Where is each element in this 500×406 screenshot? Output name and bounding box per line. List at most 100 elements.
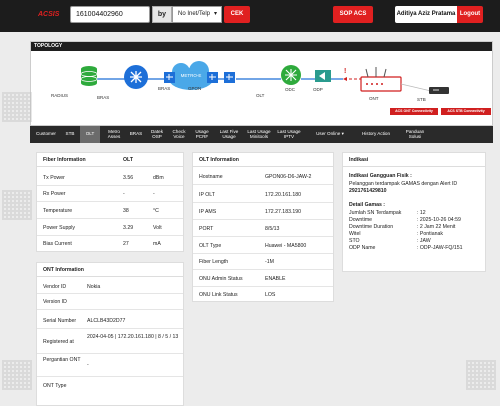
fiber-row-label: Tx Power [43,175,65,181]
watermark-pattern [2,92,32,122]
gamas-value: : 2025-10-26 04:59 [417,217,461,223]
ont-row-value: 2024-04-05 | 172.20.161.180 | 8 / 5 / 13 [87,334,179,340]
tab-bar: Customer STB OLT Metro Asses BRAS Datek … [30,126,493,143]
switch-icon [164,72,175,83]
ont-row-label: Vendor ID [43,284,67,290]
olt-row-value: 172.20.161.180 [265,192,302,198]
tab-usage-pcrf[interactable]: Usage PCRF [191,126,213,143]
metro-e-label: METRO-E [181,73,202,78]
sop-acs-button[interactable]: SOP ACS [333,6,373,23]
fiber-row-value: 27 [123,241,129,247]
olt-row-label: IP OLT [199,192,215,198]
fiber-row-label: Rx Power [43,191,66,197]
tab-datek-osp[interactable]: Datek OSP [147,126,167,143]
olt-row-label: ONU Admin Status [199,276,243,282]
tab-user-online[interactable]: User Online ▾ [313,126,347,143]
ont-row-label: Serial Number [43,318,77,324]
search-input[interactable]: 161004402960 [70,6,150,23]
chevron-down-icon: ▾ [213,11,217,17]
stb-label: STB [417,97,426,102]
fiber-row-unit: Volt [153,225,162,231]
tab-stb[interactable]: STB [61,126,79,143]
stb-connectivity-badge[interactable]: ACS STB Connectivity [441,108,491,115]
fiber-row-value: 3.56 [123,175,134,181]
ont-row-label: Pergantian ONT [43,357,81,363]
fiber-row-label: Temperature [43,208,73,214]
fiber-info-panel: Fiber Information OLT Tx Power 3.56 dBm … [36,152,184,252]
olt-icon [281,65,301,85]
gamas-label: Jumlah SN Terdampak [349,210,402,216]
gamas-label: ODP Name [349,245,376,251]
fiber-col-header: OLT [123,157,133,163]
gamas-label: Downtime Duration [349,224,394,230]
switch-icon [207,72,218,83]
olt-row-label: PORT [199,226,214,232]
tab-check-voice[interactable]: Check Voice [169,126,189,143]
fiber-row-label: Bias Current [43,241,72,247]
gamas-label: STO [349,238,360,244]
olt-row-label: Fiber Length [199,259,229,265]
olt-row-label: OLT Type [199,243,222,249]
tab-last-five-usage[interactable]: Last Five Usage [216,126,242,143]
olt-info-panel: OLT Information Hostname GPON06-D6-JAW-2… [192,152,334,302]
alert-icon: ! [343,68,347,81]
ont-row-label: ONT Type [43,383,67,389]
tab-history-action[interactable]: History Action [355,126,397,143]
tab-olt[interactable]: OLT [80,126,100,143]
tab-last-usage-minitools[interactable]: Last Usage Minitools [245,126,273,143]
fiber-row-value: 38 [123,208,129,214]
olt-row-value: Huawei - MA5800 [265,243,307,249]
gamas-title: Detail Gamas : [349,202,386,208]
by-label: by [152,6,172,23]
ont-router-icon [360,67,402,92]
check-button[interactable]: CEK [224,6,250,23]
gamas-label: Downtime [349,217,373,223]
tab-metro-asses[interactable]: Metro Asses [102,126,126,143]
ont-row-value: Nokia [87,284,101,290]
tab-panduan-solusi[interactable]: Panduan Solusi [402,126,428,143]
olt-row-label: Hostname [199,174,223,180]
ont-row-value: ALCLB43D2D77 [87,318,126,324]
fiber-row-value: - [123,191,125,197]
gamas-value: : 2 Jam 22 Menit [417,224,456,230]
user-name-button[interactable]: Aditiya Aziz Pratama [395,6,457,23]
gangguan-text: Pelanggan terdampak GAMAS dengan Alert I… [349,181,458,187]
tab-bras[interactable]: BRAS [127,126,145,143]
fiber-row-unit: dBm [153,175,164,181]
fiber-row-unit: °C [153,208,159,214]
ont-row-value: - [87,362,89,368]
olt-row-label: ONU Link Status [199,292,238,298]
olt-row-value: -1M [265,259,274,265]
gangguan-title: Indikasi Gangguan Fisik : [349,173,412,179]
gamas-value: : ODP-JAW-FQ/151 [417,245,463,251]
olt-row-value: ENABLE [265,276,286,282]
olt-row-value: GPON06-D6-JAW-2 [265,174,312,180]
odp-label: ODP [313,87,323,92]
olt-row-value: LOS [265,292,276,298]
tab-last-usage-iptv[interactable]: Last Usage IPTV [276,126,302,143]
router-icon [124,65,148,89]
radius-label: RADIUS [51,93,69,98]
top-bar: ACSIS 161004402960 by No Inet/Telp ▾ CEK… [0,0,500,32]
tab-customer[interactable]: Customer [32,126,60,143]
ont-info-panel: ONT Information Vendor ID Nokia Version … [36,262,184,406]
search-type-select[interactable]: No Inet/Telp ▾ [172,6,222,23]
link-ont-stb [400,83,432,92]
watermark-pattern [2,190,32,220]
gamas-value: : JAW [417,238,431,244]
switch-icon [224,72,235,83]
database-icon [80,66,98,86]
fiber-row-unit: - [153,191,155,197]
indikasi-panel: Indikasi Indikasi Gangguan Fisik : Pelan… [342,152,486,272]
bras-right-label: BRAS [158,86,171,91]
watermark-pattern [2,360,32,390]
odc-icon [315,70,331,82]
ont-connectivity-badge[interactable]: ACS ONT Connectivity [390,108,438,115]
fiber-row-label: Power Supply [43,225,76,231]
olt-row-value: 172.27.183.190 [265,209,302,215]
logout-button[interactable]: Logout [457,6,483,23]
gamas-value: : 12 [417,210,426,216]
olt-row-value: 8/5/13 [265,226,280,232]
svg-text:!: ! [344,68,346,75]
fiber-info-title: Fiber Information OLT [37,153,183,167]
